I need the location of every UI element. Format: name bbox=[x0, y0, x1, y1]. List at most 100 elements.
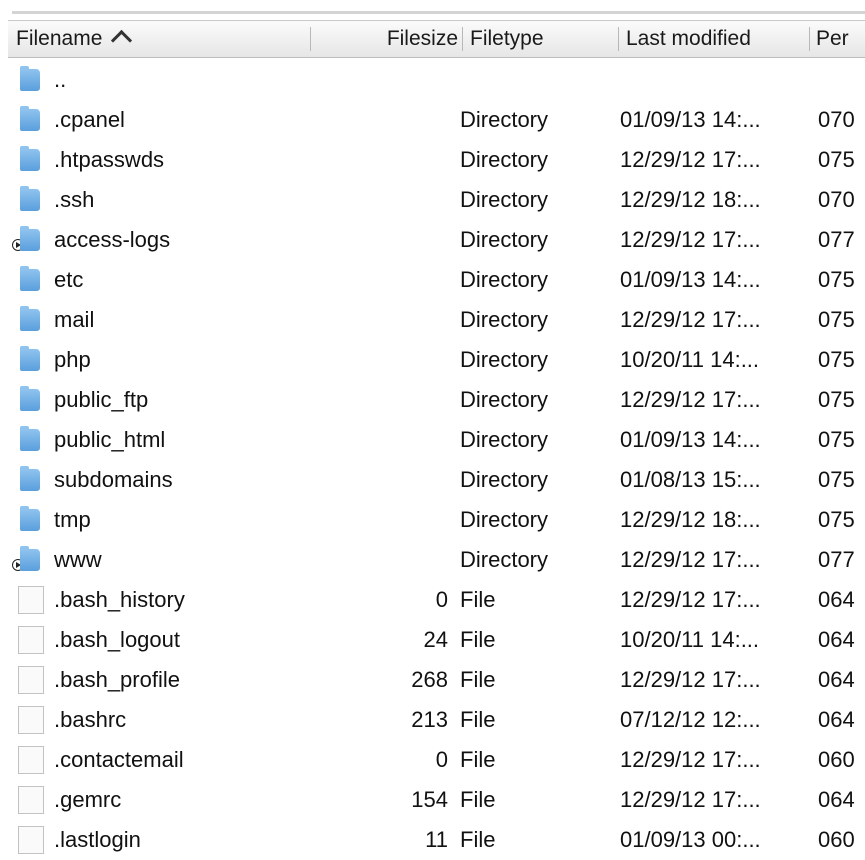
file-type: File bbox=[460, 747, 496, 772]
file-size bbox=[308, 100, 448, 140]
file-type: Directory bbox=[460, 347, 549, 372]
file-size: 0 bbox=[435, 587, 448, 612]
file-permissions: 075 bbox=[818, 427, 855, 452]
file-icon bbox=[18, 706, 44, 734]
file-last-modified: 12/29/12 17:... bbox=[620, 387, 761, 412]
column-permissions-label: Per bbox=[816, 27, 849, 50]
file-list-row[interactable]: .ssh Directory 12/29/12 18:... 070 bbox=[8, 180, 865, 220]
file-list-row[interactable]: public_ftp Directory 12/29/12 17:... 075 bbox=[8, 380, 865, 420]
file-permissions: 064 bbox=[818, 667, 855, 692]
file-list-row[interactable]: .lastlogin 11 File 01/09/13 00:... 060 bbox=[8, 820, 865, 860]
file-last-modified: 10/20/11 14:... bbox=[620, 627, 760, 652]
file-type: Directory bbox=[460, 147, 549, 172]
file-list-row[interactable]: public_html Directory 01/09/13 14:... 075 bbox=[8, 420, 865, 460]
folder-icon bbox=[20, 466, 40, 491]
column-header: Filename Filesize Filetype Last modified… bbox=[8, 20, 865, 58]
file-size bbox=[308, 180, 448, 220]
file-list: .. .cpanel Directory 01/09/13 14:... 070 .htp… bbox=[8, 60, 865, 860]
file-permissions: 075 bbox=[818, 307, 855, 332]
file-size bbox=[308, 260, 448, 300]
file-list-row[interactable]: mail Directory 12/29/12 17:... 075 bbox=[8, 300, 865, 340]
file-list-row[interactable]: php Directory 10/20/11 14:... 075 bbox=[8, 340, 865, 380]
file-last-modified: 12/29/12 18:... bbox=[620, 187, 761, 212]
file-list-row[interactable]: tmp Directory 12/29/12 18:... 075 bbox=[8, 500, 865, 540]
file-permissions: 070 bbox=[818, 107, 855, 132]
file-type: Directory bbox=[460, 387, 549, 412]
column-filename[interactable]: Filename bbox=[16, 21, 316, 57]
folder-icon bbox=[20, 426, 40, 451]
file-last-modified: 12/29/12 17:... bbox=[620, 307, 761, 332]
file-size: 154 bbox=[411, 787, 448, 812]
file-permissions: 077 bbox=[818, 547, 855, 572]
file-type: Directory bbox=[460, 107, 549, 132]
column-divider[interactable] bbox=[310, 27, 311, 51]
folder-icon bbox=[20, 346, 40, 371]
folder-icon bbox=[20, 386, 40, 411]
column-divider[interactable] bbox=[618, 27, 619, 51]
file-permissions: 075 bbox=[818, 387, 855, 412]
file-size bbox=[308, 420, 448, 460]
file-type: Directory bbox=[460, 187, 549, 212]
column-divider[interactable] bbox=[462, 27, 463, 51]
file-type: Directory bbox=[460, 307, 549, 332]
folder-icon bbox=[20, 306, 40, 331]
file-type: File bbox=[460, 827, 496, 852]
file-list-row[interactable]: subdomains Directory 01/08/13 15:... 075 bbox=[8, 460, 865, 500]
column-filesize[interactable]: Filesize bbox=[326, 21, 458, 57]
column-filename-label: Filename bbox=[16, 27, 103, 50]
file-list-row[interactable]: etc Directory 01/09/13 14:... 075 bbox=[8, 260, 865, 300]
file-icon bbox=[18, 666, 44, 694]
file-last-modified: 01/09/13 14:... bbox=[620, 427, 761, 452]
file-permissions: 064 bbox=[818, 787, 855, 812]
column-last-modified[interactable]: Last modified bbox=[626, 21, 806, 57]
file-permissions: 064 bbox=[818, 627, 855, 652]
file-list-row[interactable]: .bash_history 0 File 12/29/12 17:... 064 bbox=[8, 580, 865, 620]
column-permissions[interactable]: Per bbox=[816, 21, 865, 57]
folder-icon bbox=[20, 266, 40, 291]
file-list-row[interactable]: .bash_logout 24 File 10/20/11 14:... 064 bbox=[8, 620, 865, 660]
file-type: Directory bbox=[460, 267, 549, 292]
file-size: 213 bbox=[411, 707, 448, 732]
file-size bbox=[308, 380, 448, 420]
file-list-row[interactable]: access-logs Directory 12/29/12 17:... 077 bbox=[8, 220, 865, 260]
file-list-row[interactable]: www Directory 12/29/12 17:... 077 bbox=[8, 540, 865, 580]
file-last-modified: 12/29/12 17:... bbox=[620, 587, 761, 612]
file-size bbox=[308, 340, 448, 380]
column-last-modified-label: Last modified bbox=[626, 27, 751, 50]
file-last-modified bbox=[620, 60, 810, 100]
file-permissions: 060 bbox=[818, 747, 855, 772]
file-list-row[interactable]: .bashrc 213 File 07/12/12 12:... 064 bbox=[8, 700, 865, 740]
folder-icon bbox=[20, 66, 40, 91]
file-permissions: 064 bbox=[818, 587, 855, 612]
file-list-row[interactable]: .contactemail 0 File 12/29/12 17:... 060 bbox=[8, 740, 865, 780]
file-list-row[interactable]: .. bbox=[8, 60, 865, 100]
file-last-modified: 10/20/11 14:... bbox=[620, 347, 760, 372]
file-size bbox=[308, 540, 448, 580]
file-icon bbox=[18, 826, 44, 854]
file-type: Directory bbox=[460, 467, 549, 492]
folder-icon bbox=[20, 546, 40, 571]
file-last-modified: 12/29/12 17:... bbox=[620, 787, 761, 812]
file-last-modified: 01/09/13 14:... bbox=[620, 267, 761, 292]
file-list-row[interactable]: .htpasswds Directory 12/29/12 17:... 075 bbox=[8, 140, 865, 180]
file-size bbox=[308, 460, 448, 500]
file-type: Directory bbox=[460, 427, 549, 452]
file-icon bbox=[18, 786, 44, 814]
column-filetype[interactable]: Filetype bbox=[470, 21, 610, 57]
file-type bbox=[460, 60, 620, 100]
file-list-row[interactable]: .bash_profile 268 File 12/29/12 17:... 064 bbox=[8, 660, 865, 700]
column-divider[interactable] bbox=[809, 27, 810, 51]
file-last-modified: 01/09/13 00:... bbox=[620, 827, 761, 852]
file-last-modified: 12/29/12 18:... bbox=[620, 507, 761, 532]
file-list-row[interactable]: .cpanel Directory 01/09/13 14:... 070 bbox=[8, 100, 865, 140]
file-list-row[interactable]: .gemrc 154 File 12/29/12 17:... 064 bbox=[8, 780, 865, 820]
file-permissions: 064 bbox=[818, 707, 855, 732]
file-last-modified: 12/29/12 17:... bbox=[620, 547, 761, 572]
folder-icon bbox=[20, 506, 40, 531]
file-permissions: 075 bbox=[818, 347, 855, 372]
file-type: File bbox=[460, 707, 496, 732]
folder-icon bbox=[20, 186, 40, 211]
file-last-modified: 12/29/12 17:... bbox=[620, 227, 761, 252]
file-icon bbox=[18, 586, 44, 614]
file-last-modified: 01/09/13 14:... bbox=[620, 107, 761, 132]
